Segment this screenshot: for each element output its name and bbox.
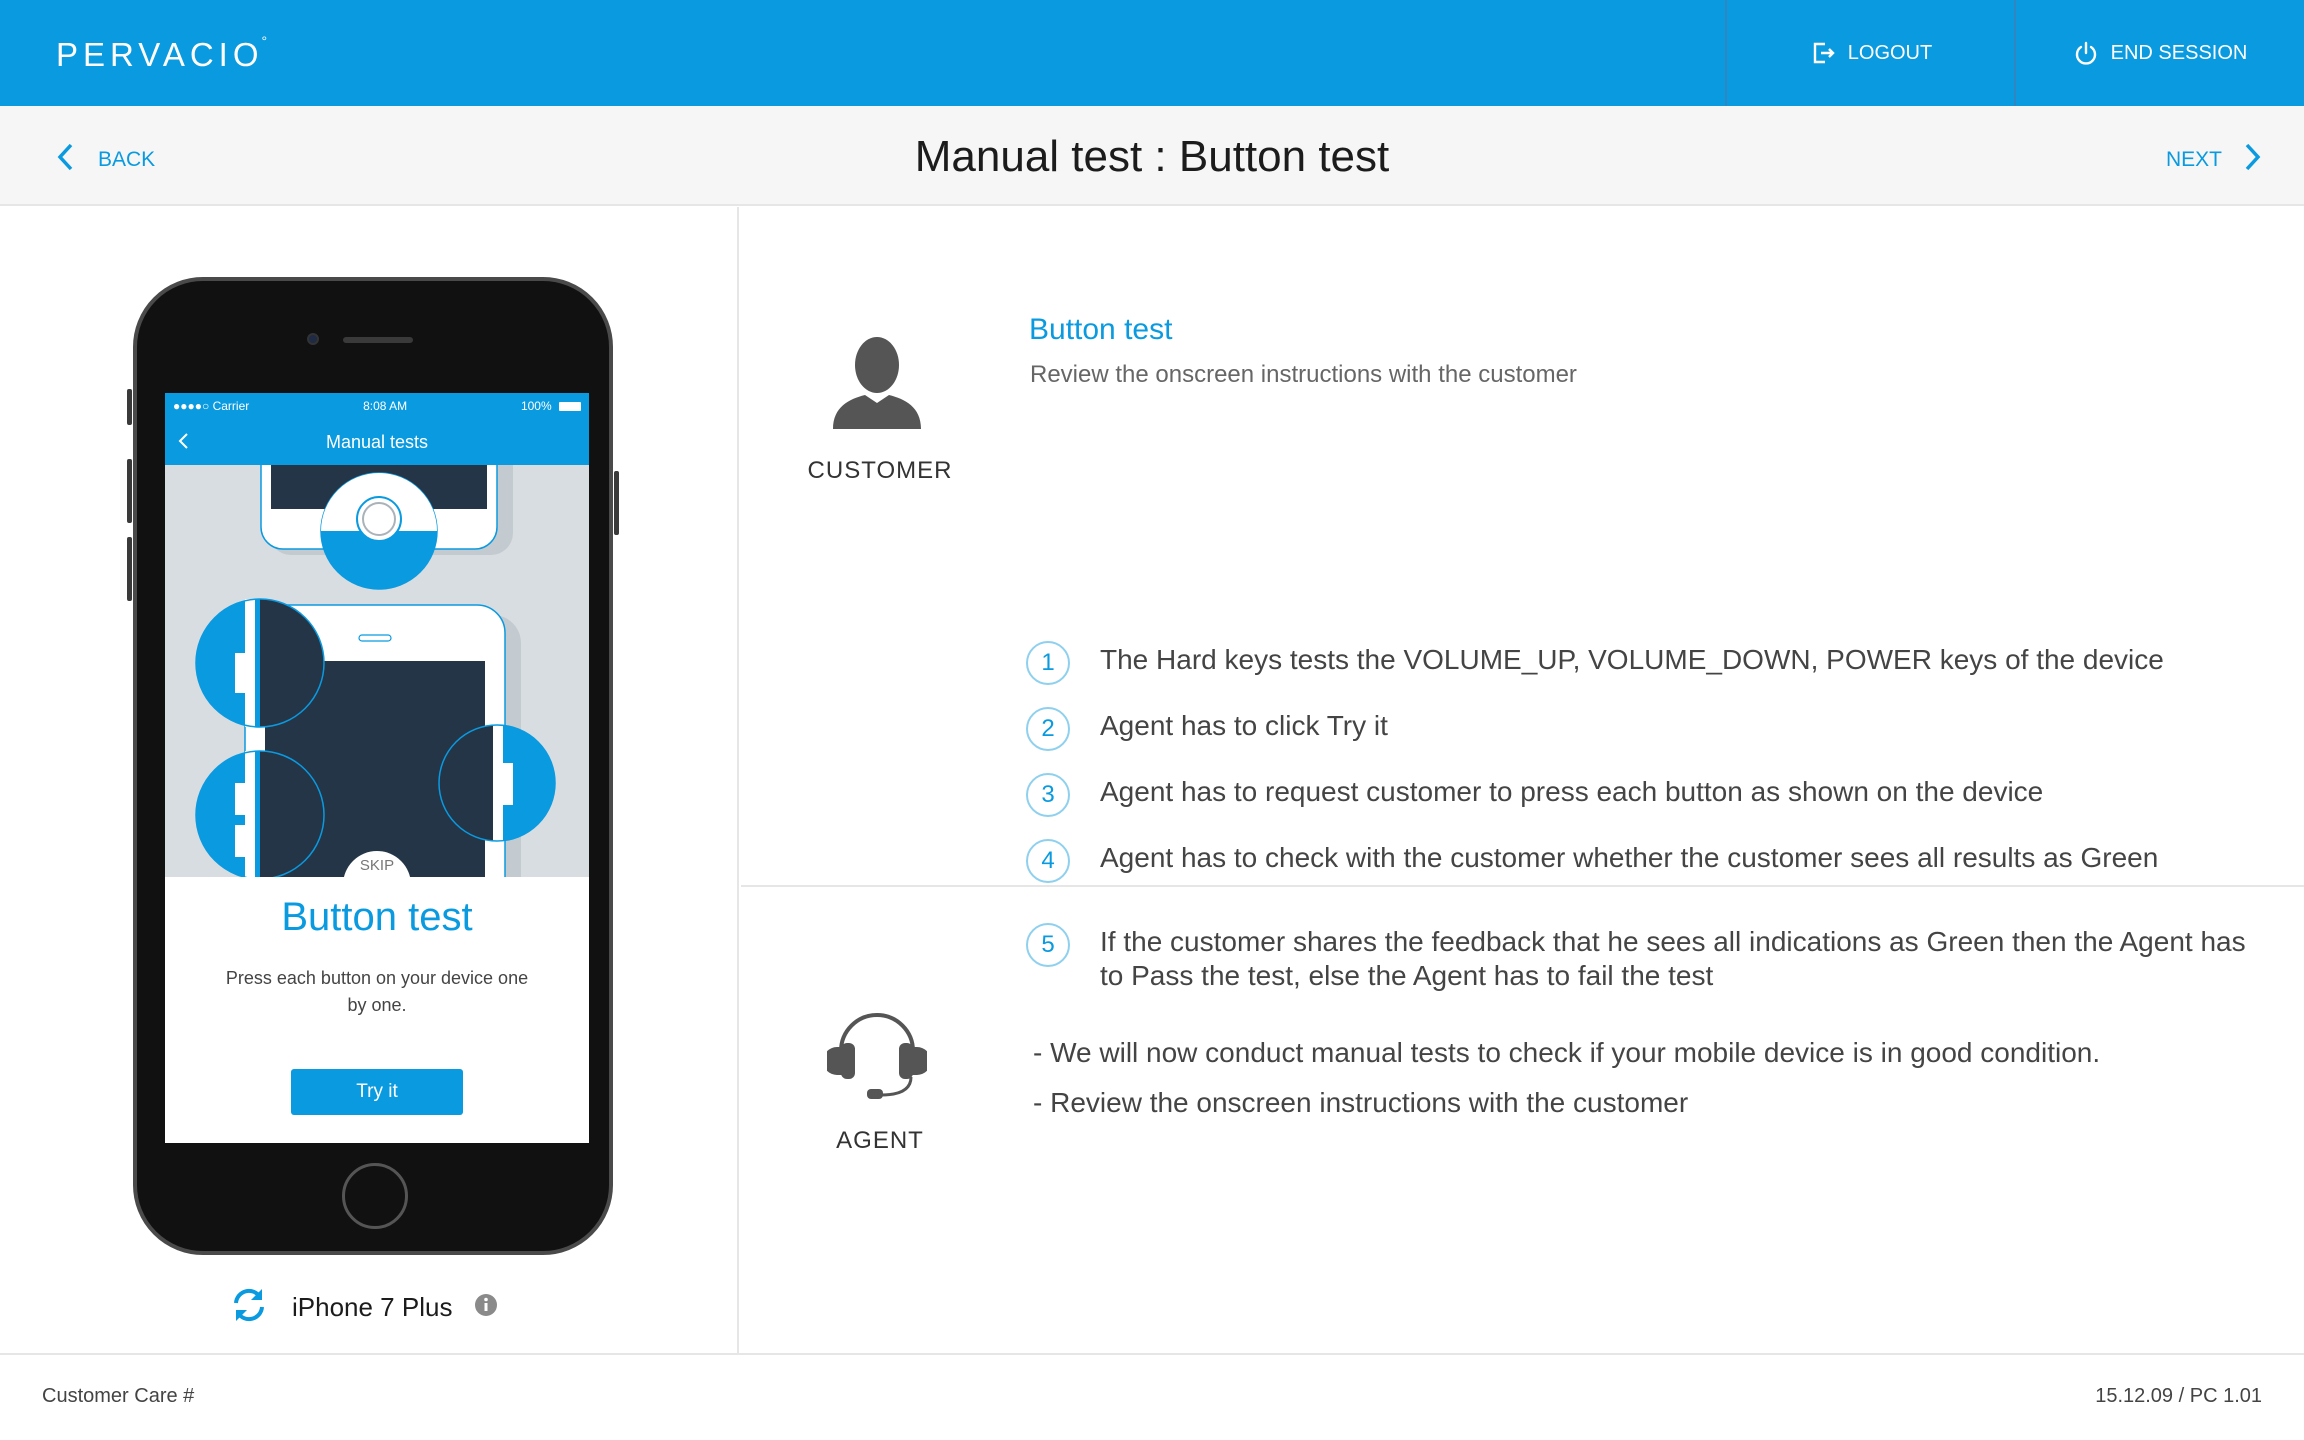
earpiece-speaker: [343, 337, 413, 343]
customer-care-label: Customer Care #: [42, 1385, 195, 1407]
instructions-subtitle: Review the onscreen instructions with th…: [1030, 361, 1577, 388]
step-number: 3: [1026, 773, 1070, 817]
step-number: 1: [1026, 641, 1070, 685]
footer: Customer Care # 15.12.09 / PC 1.01: [0, 1353, 2304, 1440]
home-button: [342, 1163, 408, 1229]
skip-button[interactable]: SKIP: [343, 857, 411, 874]
customer-section: CUSTOMER Button test Review the onscreen…: [741, 207, 2304, 991]
battery-icon: [558, 402, 581, 412]
person-icon: [831, 333, 923, 434]
headset-icon: [823, 999, 931, 1104]
phone-screen-description: Press each button on your device one by …: [225, 968, 529, 1015]
step-text: The Hard keys tests the VOLUME_UP, VOLUM…: [1100, 644, 2164, 675]
step-number: 2: [1026, 707, 1070, 751]
phone-nav-title: Manual tests: [325, 431, 429, 452]
instruction-step: 3 Agent has to request customer to press…: [1026, 773, 2266, 817]
step-text: Agent has to check with the customer whe…: [1100, 842, 2159, 873]
button-test-illustration: SKIP: [165, 424, 589, 919]
phone-nav-bar: Manual tests: [165, 419, 589, 465]
agent-label: AGENT: [836, 1127, 924, 1154]
step-number: 4: [1026, 839, 1070, 883]
volume-down-key: [127, 537, 132, 601]
instruction-step: 1 The Hard keys tests the VOLUME_UP, VOL…: [1026, 641, 2266, 685]
phone-screen-title: Button test: [281, 895, 473, 939]
logo-text: PERVACIO: [56, 36, 264, 73]
step-text: Agent has to request customer to press e…: [1100, 776, 2044, 807]
device-name: iPhone 7 Plus: [292, 1292, 453, 1322]
version-label: 15.12.09 / PC 1.01: [2095, 1385, 2262, 1407]
step-text: Agent has to click Try it: [1100, 710, 1388, 741]
mute-switch: [127, 389, 132, 425]
phone-screen: ●●●●○ Carrier 8:08 AM 100% Manual tests: [165, 393, 589, 1143]
next-button[interactable]: NEXT: [2166, 142, 2262, 178]
logout-icon: [1810, 40, 1836, 66]
instructions-title: Button test: [1029, 313, 1173, 346]
page-title: Manual test : Button test: [914, 132, 1390, 181]
instruction-step: 2 Agent has to click Try it: [1026, 707, 2266, 751]
logo-mark: °: [261, 33, 273, 49]
power-icon: [2073, 40, 2099, 66]
try-it-button[interactable]: Try it: [291, 1069, 463, 1115]
device-preview-panel: ●●●●○ Carrier 8:08 AM 100% Manual tests: [0, 207, 739, 1353]
logout-label: LOGOUT: [1847, 41, 1933, 64]
logout-button[interactable]: LOGOUT: [1725, 0, 2015, 106]
chevron-right-icon: [2244, 142, 2262, 178]
device-info-row: iPhone 7 Plus: [228, 1285, 498, 1330]
phone-back-chevron-icon[interactable]: [177, 431, 189, 456]
instruction-step: 4 Agent has to check with the customer w…: [1026, 839, 2266, 883]
next-label: NEXT: [2165, 148, 2222, 171]
refresh-icon[interactable]: [228, 1285, 270, 1330]
battery-label: 100%: [520, 399, 552, 413]
carrier-label: ●●●●○ Carrier: [173, 399, 250, 413]
front-camera: [307, 333, 319, 345]
volume-up-key: [127, 459, 132, 523]
agent-script: - We will now conduct manual tests to ch…: [1033, 1037, 2100, 1137]
agent-script-line: - We will now conduct manual tests to ch…: [1033, 1037, 2101, 1068]
phone-status-bar: ●●●●○ Carrier 8:08 AM 100%: [165, 393, 589, 419]
end-session-label: END SESSION: [2110, 41, 2248, 64]
top-bar: PERVACIO° LOGOUT END SESSION: [0, 0, 2304, 106]
time-label: 8:08 AM: [363, 399, 408, 413]
end-session-button[interactable]: END SESSION: [2014, 0, 2304, 106]
agent-script-line: - Review the onscreen instructions with …: [1033, 1087, 1689, 1118]
customer-label: CUSTOMER: [807, 457, 953, 484]
phone-mockup: ●●●●○ Carrier 8:08 AM 100% Manual tests: [127, 277, 619, 1255]
agent-section: AGENT - We will now conduct manual tests…: [741, 889, 2304, 1353]
power-key: [614, 471, 619, 535]
sub-header: BACK Manual test : Button test NEXT: [0, 106, 2304, 206]
info-icon[interactable]: [474, 1293, 498, 1322]
battery-indicator: 100%: [521, 399, 581, 413]
pervacio-logo: PERVACIO°: [56, 33, 274, 74]
